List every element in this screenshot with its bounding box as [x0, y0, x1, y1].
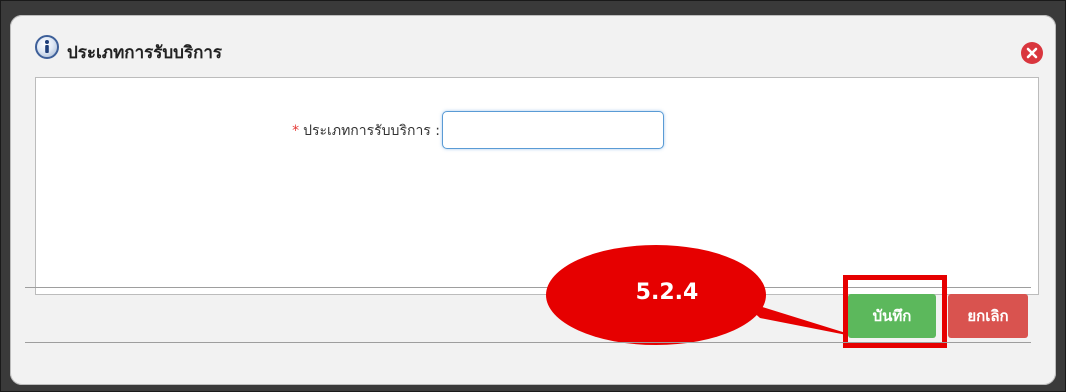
service-type-input[interactable] — [442, 111, 664, 149]
service-type-label: * ประเภทการรับบริการ : — [292, 120, 440, 142]
close-icon[interactable] — [1021, 42, 1043, 64]
save-button-highlight — [843, 275, 947, 348]
step-label: 5.2.4 — [635, 280, 699, 305]
required-marker: * — [292, 123, 300, 139]
service-type-label-text: ประเภทการรับบริการ : — [303, 123, 440, 139]
footer-divider-bottom — [25, 342, 1031, 343]
cancel-button[interactable]: ยกเลิก — [948, 294, 1028, 338]
info-icon — [35, 35, 59, 59]
form-panel: * ประเภทการรับบริการ : — [35, 77, 1039, 295]
dialog-title: ประเภทการรับบริการ — [67, 43, 223, 63]
dialog-titlebar: ประเภทการรับบริการ — [10, 15, 1056, 75]
